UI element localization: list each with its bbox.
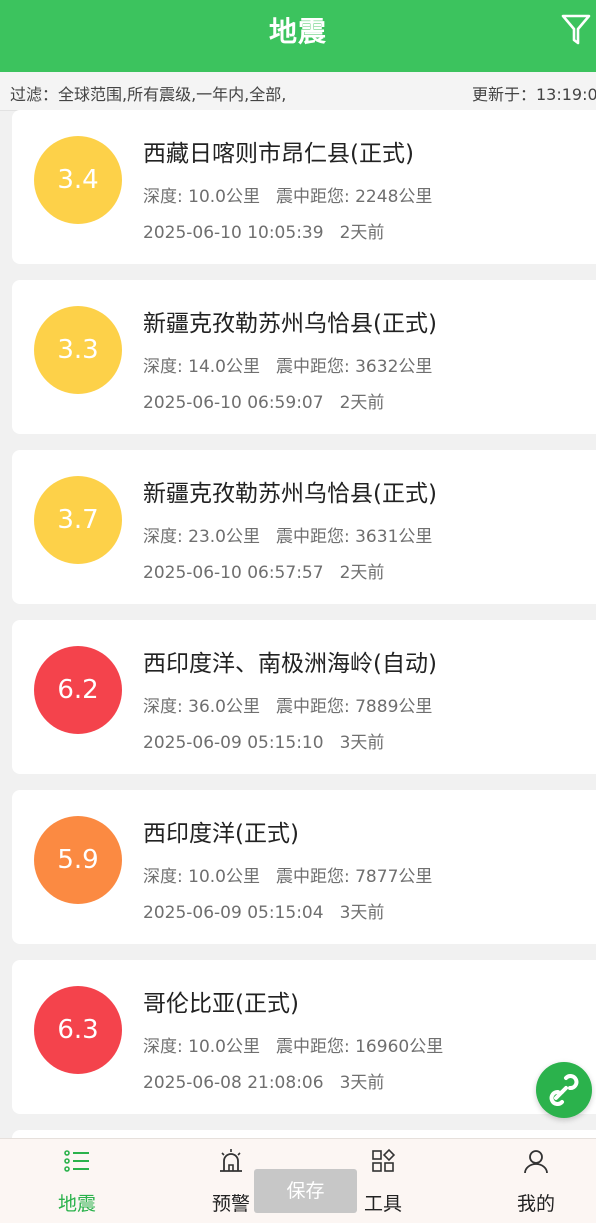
- magnitude-badge: 5.9: [34, 816, 122, 904]
- quake-depth: 深度: 14.0公里: [143, 357, 260, 377]
- quake-time: 2025-06-09 05:15:04 3天前: [143, 898, 384, 923]
- magnitude-badge: 6.2: [34, 646, 122, 734]
- quake-location: 新疆克孜勒苏州乌恰县(正式): [143, 481, 437, 507]
- quake-datetime: 2025-06-09 05:15:10: [143, 733, 324, 753]
- quake-depth: 深度: 10.0公里: [143, 867, 260, 887]
- list-icon: [64, 1150, 89, 1172]
- quake-time: 2025-06-08 21:08:06 3天前: [143, 1068, 384, 1093]
- app-header: 地震: [0, 0, 596, 72]
- tab-earthquake[interactable]: 地震: [22, 1139, 132, 1223]
- tab-label: 地震: [57, 1193, 96, 1215]
- quake-card[interactable]: 3.3 新疆克孜勒苏州乌恰县(正式) 深度: 14.0公里 震中距您: 3632公…: [12, 280, 596, 434]
- quake-card[interactable]: 6.3 哥伦比亚(正式) 深度: 10.0公里 震中距您: 16960公里 202…: [12, 960, 596, 1114]
- tab-me[interactable]: 我的: [481, 1139, 591, 1223]
- save-button[interactable]: 保存: [254, 1169, 357, 1213]
- quake-location: 西印度洋、南极洲海岭(自动): [143, 651, 437, 677]
- tab-label: 我的: [516, 1193, 555, 1215]
- quake-card[interactable]: 3.4 西藏日喀则市昂仁县(正式) 深度: 10.0公里 震中距您: 2248公里…: [12, 110, 596, 264]
- quake-depth: 深度: 23.0公里: [143, 527, 260, 547]
- quake-info: 深度: 10.0公里 震中距您: 16960公里: [143, 1032, 443, 1057]
- quake-datetime: 2025-06-09 05:15:04: [143, 903, 324, 923]
- quake-ago: 2天前: [339, 563, 385, 583]
- quake-distance: 震中距您: 7889公里: [275, 697, 433, 717]
- quake-distance: 震中距您: 16960公里: [275, 1037, 444, 1057]
- quake-card[interactable]: 5.9 西印度洋(正式) 深度: 10.0公里 震中距您: 7877公里 2025…: [12, 790, 596, 944]
- quake-info: 深度: 36.0公里 震中距您: 7889公里: [143, 692, 432, 717]
- quake-depth: 深度: 10.0公里: [143, 187, 260, 207]
- quake-location: 西藏日喀则市昂仁县(正式): [143, 141, 414, 167]
- share-link-button[interactable]: [536, 1062, 592, 1118]
- alarm-icon: [220, 1149, 242, 1172]
- quake-card-partial[interactable]: [12, 1130, 596, 1138]
- quake-depth: 深度: 10.0公里: [143, 1037, 260, 1057]
- magnitude-badge: 3.4: [34, 136, 122, 224]
- quake-info: 深度: 14.0公里 震中距您: 3632公里: [143, 352, 432, 377]
- quake-list[interactable]: 3.4 西藏日喀则市昂仁县(正式) 深度: 10.0公里 震中距您: 2248公里…: [0, 110, 596, 1138]
- quake-ago: 3天前: [339, 1073, 385, 1093]
- quake-datetime: 2025-06-08 21:08:06: [143, 1073, 324, 1093]
- quake-ago: 3天前: [339, 903, 385, 923]
- quake-time: 2025-06-09 05:15:10 3天前: [143, 728, 384, 753]
- updated-time: 更新于：13:19:03: [472, 85, 596, 104]
- quake-distance: 震中距您: 3631公里: [275, 527, 433, 547]
- filter-summary: 过滤：全球范围,所有震级,一年内,全部,: [10, 85, 287, 104]
- quake-distance: 震中距您: 3632公里: [275, 357, 433, 377]
- filter-bar[interactable]: 过滤：全球范围,所有震级,一年内,全部, 更新于：13:19:03: [0, 72, 596, 111]
- grid-icon: [372, 1148, 396, 1172]
- magnitude-badge: 6.3: [34, 986, 122, 1074]
- filter-icon[interactable]: [560, 12, 592, 48]
- quake-ago: 3天前: [339, 733, 385, 753]
- quake-depth: 深度: 36.0公里: [143, 697, 260, 717]
- quake-card[interactable]: 6.2 西印度洋、南极洲海岭(自动) 深度: 36.0公里 震中距您: 7889公…: [12, 620, 596, 774]
- quake-time: 2025-06-10 06:59:07 2天前: [143, 388, 384, 413]
- page-title: 地震: [268, 15, 327, 48]
- quake-time: 2025-06-10 06:57:57 2天前: [143, 558, 384, 583]
- quake-card[interactable]: 3.7 新疆克孜勒苏州乌恰县(正式) 深度: 23.0公里 震中距您: 3631公…: [12, 450, 596, 604]
- quake-ago: 2天前: [339, 393, 385, 413]
- quake-info: 深度: 10.0公里 震中距您: 2248公里: [143, 182, 432, 207]
- quake-location: 新疆克孜勒苏州乌恰县(正式): [143, 311, 437, 337]
- quake-datetime: 2025-06-10 06:57:57: [143, 563, 324, 583]
- quake-time: 2025-06-10 10:05:39 2天前: [143, 218, 384, 243]
- quake-location: 西印度洋(正式): [143, 821, 299, 847]
- link-icon: [549, 1074, 579, 1106]
- quake-location: 哥伦比亚(正式): [143, 991, 299, 1017]
- magnitude-badge: 3.7: [34, 476, 122, 564]
- user-icon: [524, 1150, 548, 1174]
- quake-info: 深度: 10.0公里 震中距您: 7877公里: [143, 862, 432, 887]
- quake-ago: 2天前: [339, 223, 385, 243]
- quake-distance: 震中距您: 2248公里: [275, 187, 433, 207]
- magnitude-badge: 3.3: [34, 306, 122, 394]
- quake-datetime: 2025-06-10 06:59:07: [143, 393, 324, 413]
- quake-distance: 震中距您: 7877公里: [275, 867, 433, 887]
- quake-datetime: 2025-06-10 10:05:39: [143, 223, 324, 243]
- quake-info: 深度: 23.0公里 震中距您: 3631公里: [143, 522, 432, 547]
